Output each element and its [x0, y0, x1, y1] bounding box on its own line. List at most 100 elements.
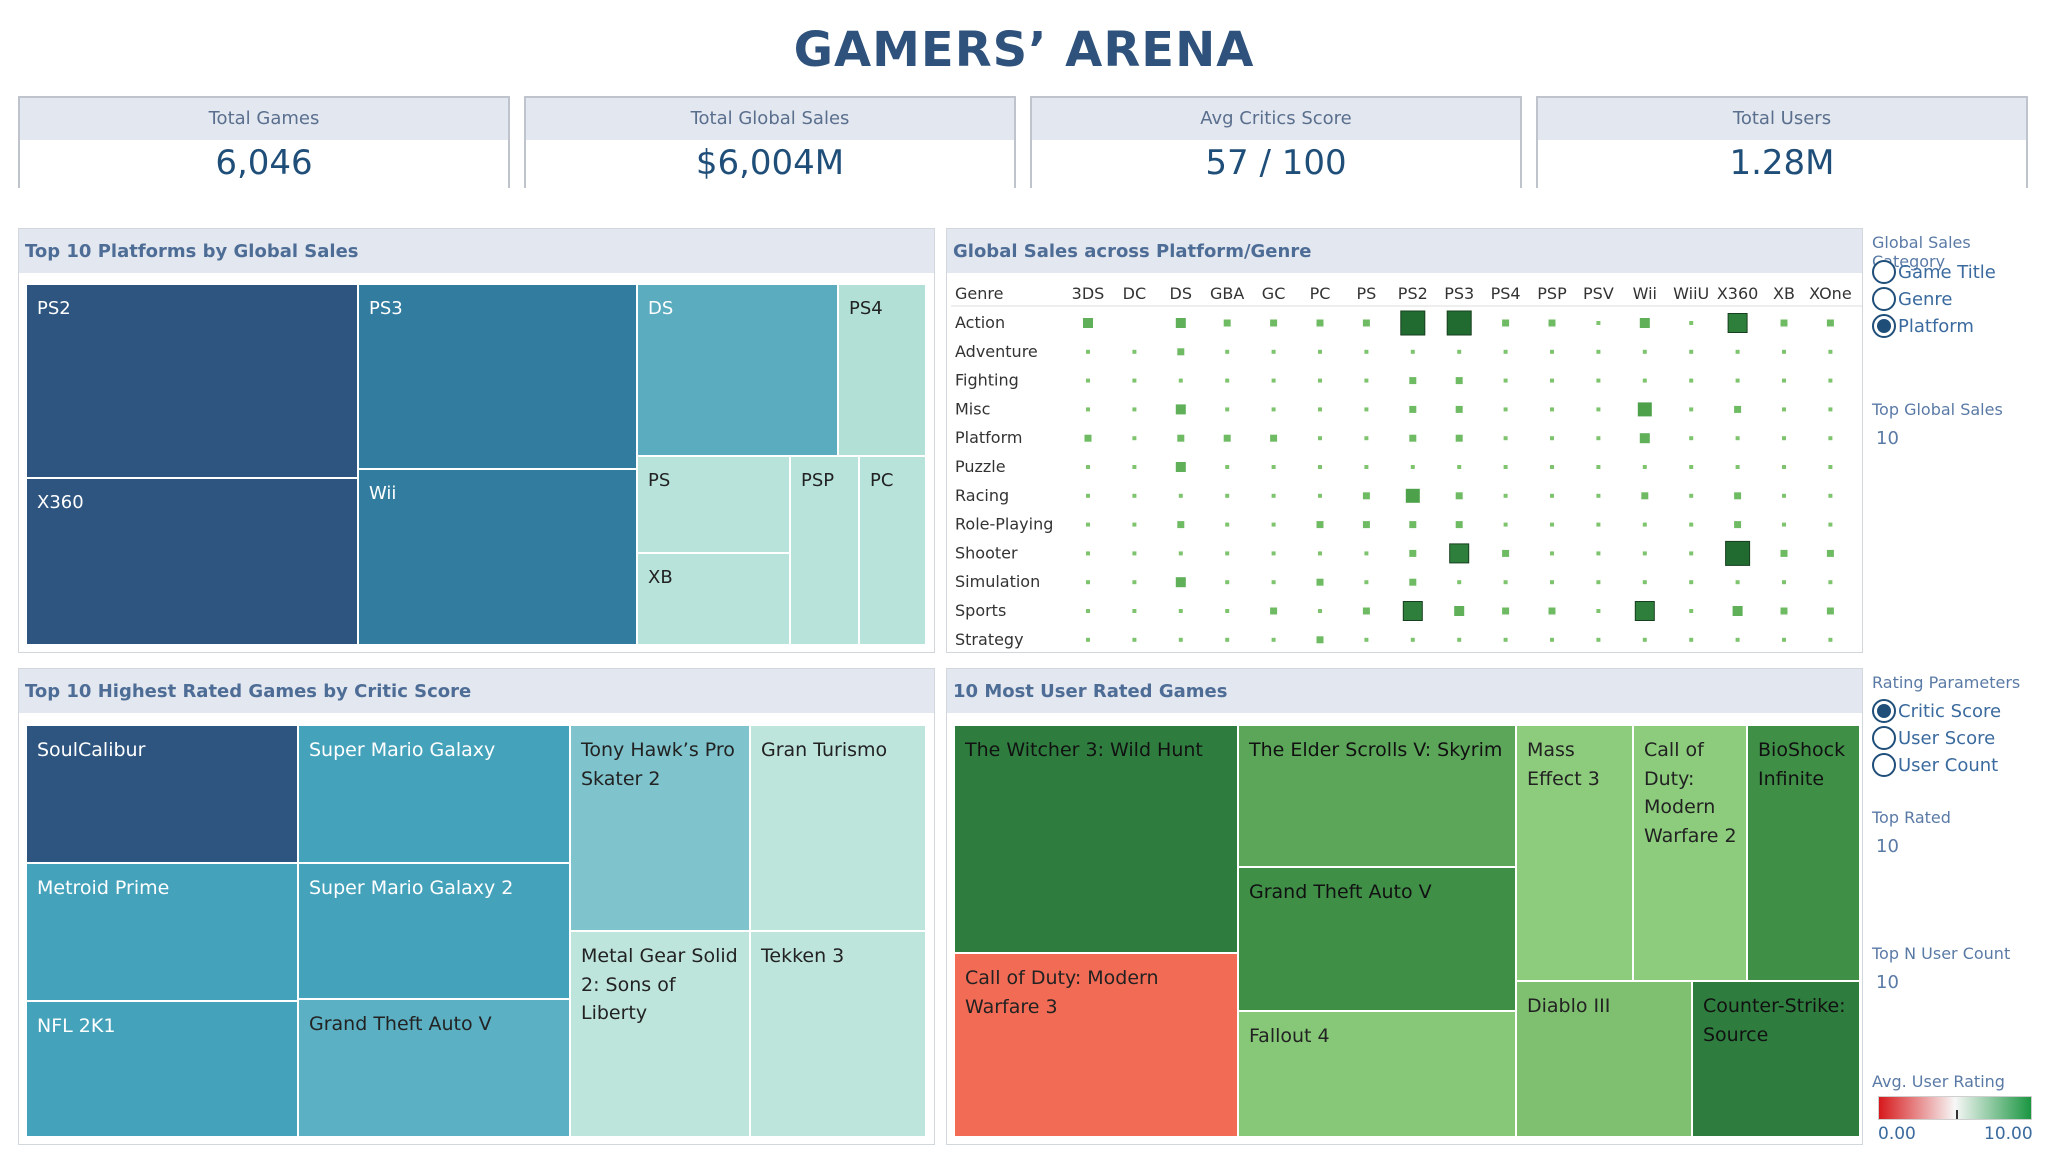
heatmap-mark[interactable]	[1689, 522, 1694, 527]
treemap-cell[interactable]: Gran Turismo	[750, 725, 926, 931]
heatmap-mark[interactable]	[1086, 407, 1090, 412]
heatmap-mark[interactable]	[1550, 407, 1554, 412]
treemap-cell[interactable]: Metal Gear Solid 2: Sons of Liberty	[570, 931, 750, 1137]
heatmap-mark[interactable]	[1132, 407, 1137, 412]
heatmap-mark[interactable]	[1084, 434, 1092, 442]
treemap-cell[interactable]: The Elder Scrolls V: Skyrim	[1238, 725, 1516, 867]
radio-platform[interactable]: Platform	[1872, 312, 1974, 340]
treemap-cell[interactable]: PS4	[838, 284, 926, 456]
heatmap-mark[interactable]	[1270, 319, 1278, 327]
heatmap-mark[interactable]	[1596, 551, 1601, 556]
heatmap-mark[interactable]	[1175, 404, 1186, 415]
heatmap-mark[interactable]	[1178, 378, 1183, 383]
heatmap-mark[interactable]	[1734, 405, 1742, 413]
heatmap-mark[interactable]	[1318, 551, 1322, 556]
heatmap-mark[interactable]	[1826, 549, 1834, 557]
heatmap-mark[interactable]	[1735, 465, 1740, 469]
heatmap-mark[interactable]	[1503, 436, 1508, 441]
treemap-cell[interactable]: DS	[637, 284, 838, 456]
heatmap-mark[interactable]	[1225, 609, 1230, 613]
heatmap-mark[interactable]	[1318, 609, 1322, 613]
heatmap-mark[interactable]	[1828, 465, 1833, 469]
heatmap-mark[interactable]	[1689, 551, 1694, 556]
treemap-cell[interactable]: SoulCalibur	[26, 725, 298, 863]
heatmap-mark[interactable]	[1828, 522, 1833, 527]
heatmap-mark[interactable]	[1316, 521, 1324, 529]
heatmap-mark[interactable]	[1132, 378, 1137, 383]
treemap-cell[interactable]: The Witcher 3: Wild Hunt	[954, 725, 1238, 953]
heatmap-mark[interactable]	[1642, 465, 1647, 469]
heatmap-mark[interactable]	[1225, 407, 1230, 412]
top-n-user-count-value[interactable]: 10	[1876, 972, 1899, 993]
heatmap-mark[interactable]	[1596, 378, 1601, 383]
heatmap-mark[interactable]	[1826, 319, 1834, 327]
heatmap-mark[interactable]	[1596, 321, 1601, 325]
heatmap-mark[interactable]	[1782, 436, 1786, 441]
heatmap-mark[interactable]	[1271, 407, 1276, 412]
heatmap-mark[interactable]	[1550, 378, 1554, 383]
heatmap-mark[interactable]	[1409, 521, 1417, 529]
heatmap-mark[interactable]	[1086, 580, 1090, 585]
heatmap-mark[interactable]	[1316, 578, 1324, 586]
heatmap-mark[interactable]	[1132, 609, 1137, 613]
heatmap-mark[interactable]	[1596, 637, 1601, 642]
heatmap-mark[interactable]	[1364, 407, 1369, 412]
heatmap-mark[interactable]	[1735, 637, 1740, 642]
treemap-cell[interactable]: Mass Effect 3	[1516, 725, 1633, 981]
heatmap-mark[interactable]	[1782, 637, 1786, 642]
heatmap-mark[interactable]	[1457, 580, 1462, 585]
radio-game-title[interactable]: Game Title	[1872, 258, 1996, 286]
heatmap-mark[interactable]	[1409, 578, 1417, 586]
radio-circle-icon[interactable]	[1872, 287, 1896, 311]
heatmap-mark[interactable]	[1503, 522, 1508, 527]
heatmap-mark[interactable]	[1637, 402, 1652, 417]
heatmap-mark[interactable]	[1455, 492, 1463, 500]
heatmap-mark[interactable]	[1271, 349, 1276, 354]
heatmap-mark[interactable]	[1409, 377, 1417, 385]
heatmap-mark[interactable]	[1734, 521, 1742, 529]
heatmap-mark[interactable]	[1735, 349, 1740, 354]
heatmap-mark[interactable]	[1271, 522, 1276, 527]
treemap-cell[interactable]: PS	[637, 456, 790, 553]
heatmap-mark[interactable]	[1177, 348, 1185, 356]
heatmap-mark[interactable]	[1457, 349, 1462, 354]
treemap-cell[interactable]: Counter-Strike: Source	[1692, 981, 1860, 1137]
heatmap-mark[interactable]	[1316, 636, 1324, 644]
heatmap-mark[interactable]	[1826, 607, 1834, 615]
heatmap-mark[interactable]	[1550, 436, 1554, 441]
heatmap-mark[interactable]	[1548, 607, 1556, 615]
heatmap-mark[interactable]	[1642, 378, 1647, 383]
heatmap-mark[interactable]	[1225, 522, 1230, 527]
heatmap-mark[interactable]	[1086, 551, 1090, 556]
heatmap-mark[interactable]	[1132, 465, 1137, 469]
heatmap-mark[interactable]	[1689, 436, 1694, 441]
heatmap-mark[interactable]	[1225, 378, 1230, 383]
heatmap-mark[interactable]	[1550, 637, 1554, 642]
heatmap-mark[interactable]	[1225, 493, 1230, 498]
heatmap-mark[interactable]	[1175, 577, 1186, 588]
heatmap-mark[interactable]	[1642, 522, 1647, 527]
heatmap-mark[interactable]	[1503, 580, 1508, 585]
treemap-cell[interactable]: PC	[859, 456, 926, 645]
heatmap-mark[interactable]	[1457, 465, 1462, 469]
treemap-cell[interactable]: Fallout 4	[1238, 1011, 1516, 1137]
heatmap-mark[interactable]	[1689, 349, 1694, 354]
treemap-cell[interactable]: PS2	[26, 284, 358, 478]
heatmap-mark[interactable]	[1446, 310, 1472, 336]
heatmap-mark[interactable]	[1132, 436, 1137, 441]
heatmap-mark[interactable]	[1271, 378, 1276, 383]
heatmap-mark[interactable]	[1271, 465, 1276, 469]
heatmap-mark[interactable]	[1502, 319, 1510, 327]
heatmap-mark[interactable]	[1642, 349, 1647, 354]
heatmap-mark[interactable]	[1596, 493, 1601, 498]
heatmap-mark[interactable]	[1596, 580, 1601, 585]
heatmap-mark[interactable]	[1364, 349, 1369, 354]
heatmap-mark[interactable]	[1405, 488, 1420, 503]
heatmap-mark[interactable]	[1782, 522, 1786, 527]
heatmap-mark[interactable]	[1270, 434, 1278, 442]
radio-selected-icon[interactable]	[1872, 314, 1896, 338]
heatmap-mark[interactable]	[1689, 407, 1694, 412]
radio-user-count[interactable]: User Count	[1872, 751, 1998, 779]
heatmap-mark[interactable]	[1782, 378, 1786, 383]
heatmap-mark[interactable]	[1271, 637, 1276, 642]
